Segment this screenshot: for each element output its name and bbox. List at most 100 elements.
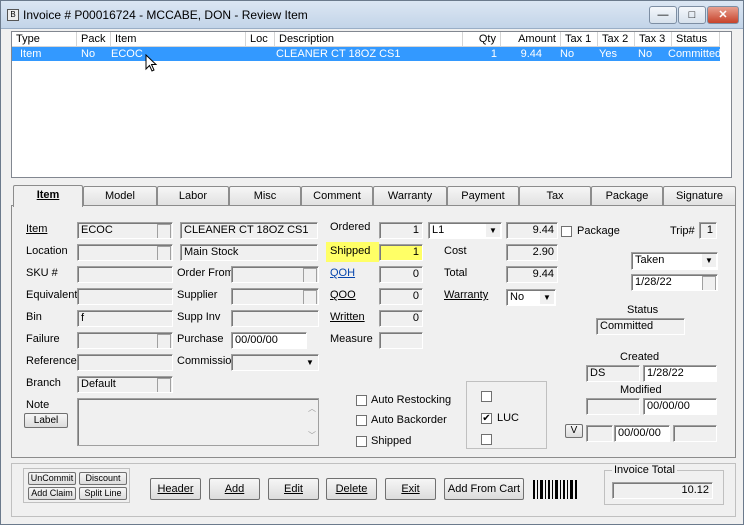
commission-select[interactable]: ▼	[231, 354, 319, 371]
qoo-field[interactable]: 0	[379, 288, 423, 305]
modified-date-field[interactable]: 00/00/00	[643, 398, 717, 415]
qoo-label[interactable]: QOO	[330, 289, 356, 301]
tab-warranty[interactable]: Warranty	[373, 186, 447, 206]
location-field[interactable]	[77, 244, 173, 261]
written-label[interactable]: Written	[330, 311, 365, 323]
qoh-link[interactable]: QOH	[330, 267, 355, 279]
status-field[interactable]: Committed	[596, 318, 685, 335]
item-lookup-button[interactable]	[157, 224, 171, 238]
note-memo[interactable]: ︿ ﹀	[77, 398, 319, 446]
col-header-tax3[interactable]: Tax 3	[635, 32, 672, 47]
items-grid[interactable]: Type Pack Item Loc Description Qty Amoun…	[11, 31, 732, 178]
col-header-pack[interactable]: Pack	[77, 32, 111, 47]
col-header-item[interactable]: Item	[111, 32, 246, 47]
created-by-field[interactable]: DS	[586, 365, 640, 382]
v-button[interactable]: V	[565, 424, 583, 438]
bin-field[interactable]: f	[77, 310, 173, 327]
chevron-down-icon[interactable]: ▼	[303, 356, 317, 369]
qoh-field[interactable]: 0	[379, 266, 423, 283]
measure-field[interactable]	[379, 332, 423, 349]
reference-field[interactable]	[77, 354, 173, 371]
date-picker-button[interactable]	[702, 276, 716, 290]
auto-restocking-checkbox[interactable]	[356, 395, 367, 406]
v-date-field[interactable]: 00/00/00	[614, 425, 670, 442]
failure-lookup-button[interactable]	[157, 334, 171, 348]
modified-by-field[interactable]	[586, 398, 640, 415]
auto-backorder-checkbox[interactable]	[356, 415, 367, 426]
cost-field[interactable]: 2.90	[506, 244, 558, 261]
equivalent-field[interactable]	[77, 288, 173, 305]
col-header-tax1[interactable]: Tax 1	[561, 32, 598, 47]
branch-field[interactable]: Default	[77, 376, 173, 393]
col-header-qty[interactable]: Qty	[463, 32, 501, 47]
add-from-cart-button[interactable]: Add From Cart	[444, 478, 524, 500]
location-value[interactable]: Main Stock	[180, 244, 318, 261]
tab-labor[interactable]: Labor	[157, 186, 229, 206]
exit-button[interactable]: Exit	[385, 478, 436, 500]
purchase-date-field[interactable]: 00/00/00	[231, 332, 307, 349]
created-date-field[interactable]: 1/28/22	[643, 365, 717, 382]
col-header-status[interactable]: Status	[672, 32, 720, 47]
col-header-loc[interactable]: Loc	[246, 32, 275, 47]
v-by-field[interactable]	[586, 425, 613, 442]
chevron-down-icon[interactable]: ▼	[540, 291, 554, 304]
add-claim-button[interactable]: Add Claim	[28, 487, 76, 500]
discount-button[interactable]: Discount	[79, 472, 127, 485]
group-checkbox-1[interactable]	[481, 391, 492, 402]
barcode-icon[interactable]	[532, 479, 578, 500]
location-lookup-button[interactable]	[157, 246, 171, 260]
tab-item[interactable]: Item	[13, 185, 83, 207]
minimize-button[interactable]: —	[649, 6, 677, 24]
scroll-up-icon[interactable]: ︿	[308, 403, 316, 414]
tab-signature[interactable]: Signature	[663, 186, 736, 206]
note-label-button[interactable]: Label	[24, 413, 68, 428]
header-button[interactable]: Header	[150, 478, 201, 500]
col-header-description[interactable]: Description	[275, 32, 463, 47]
split-line-button[interactable]: Split Line	[79, 487, 127, 500]
group-checkbox-3[interactable]	[481, 434, 492, 445]
scroll-down-icon[interactable]: ﹀	[308, 430, 316, 441]
supplier-lookup-button[interactable]	[303, 290, 317, 304]
trip-field[interactable]: 1	[699, 222, 717, 239]
tab-model[interactable]: Model	[83, 186, 157, 206]
table-row[interactable]: Item No ECOC CLEANER CT 18OZ CS1 1 9.44 …	[12, 47, 721, 61]
tab-payment[interactable]: Payment	[447, 186, 519, 206]
package-checkbox[interactable]	[561, 226, 572, 237]
price-level-select[interactable]: L1 ▼	[428, 222, 502, 239]
add-button[interactable]: Add	[209, 478, 260, 500]
order-from-lookup-button[interactable]	[303, 268, 317, 282]
taken-date-field[interactable]: 1/28/22	[631, 274, 718, 291]
shipped-checkbox[interactable]	[356, 436, 367, 447]
item-field[interactable]: ECOC	[77, 222, 173, 239]
tab-misc[interactable]: Misc	[229, 186, 301, 206]
taken-select[interactable]: Taken ▼	[631, 252, 718, 270]
chevron-down-icon[interactable]: ▼	[486, 224, 500, 237]
maximize-button[interactable]: □	[678, 6, 706, 24]
chevron-down-icon[interactable]: ▼	[702, 254, 716, 267]
col-header-type[interactable]: Type	[12, 32, 77, 47]
written-field[interactable]: 0	[379, 310, 423, 327]
delete-button[interactable]: Delete	[326, 478, 377, 500]
supplier-field[interactable]	[231, 288, 319, 305]
tab-comment[interactable]: Comment	[301, 186, 373, 206]
tab-package[interactable]: Package	[591, 186, 663, 206]
branch-lookup-button[interactable]	[157, 378, 171, 392]
luc-checkbox[interactable]: ✔	[481, 413, 492, 424]
supp-inv-field[interactable]	[231, 310, 319, 327]
sku-field[interactable]	[77, 266, 173, 283]
order-from-field[interactable]	[231, 266, 319, 283]
v-extra-field[interactable]	[673, 425, 717, 442]
close-button[interactable]: ✕	[707, 6, 739, 24]
item-label[interactable]: Item	[26, 223, 47, 235]
warranty-select[interactable]: No ▼	[506, 289, 556, 306]
tab-tax[interactable]: Tax	[519, 186, 591, 206]
col-header-tax2[interactable]: Tax 2	[598, 32, 635, 47]
ordered-field[interactable]: 1	[379, 222, 423, 239]
edit-button[interactable]: Edit	[268, 478, 319, 500]
uncommit-button[interactable]: UnCommit	[28, 472, 76, 485]
warranty-label[interactable]: Warranty	[444, 289, 488, 301]
shipped-field[interactable]: 1	[379, 244, 423, 261]
col-header-amount[interactable]: Amount	[501, 32, 561, 47]
failure-field[interactable]	[77, 332, 173, 349]
total-field[interactable]: 9.44	[506, 266, 558, 283]
